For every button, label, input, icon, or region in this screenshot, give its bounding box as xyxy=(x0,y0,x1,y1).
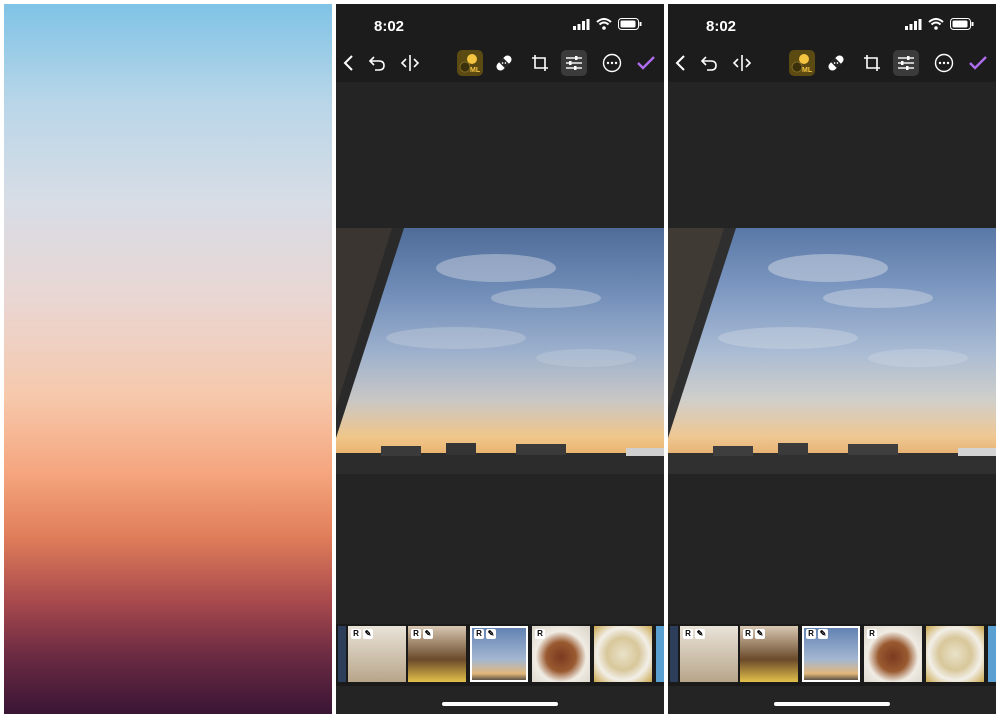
thumbnail-partial[interactable] xyxy=(670,626,678,682)
edited-pencil-icon: ✎ xyxy=(423,629,433,639)
cellular-signal-icon xyxy=(573,18,590,30)
thumbnail[interactable]: R ✎ xyxy=(408,626,466,682)
edited-pencil-icon: ✎ xyxy=(695,629,705,639)
edited-pencil-icon: ✎ xyxy=(818,629,828,639)
phone-screen-after: 8:02 ML R ✎ R ✎ R ✎ R xyxy=(668,4,996,714)
battery-icon xyxy=(618,18,642,30)
editor-toolbar: ML xyxy=(336,50,664,78)
thumbnail-filmstrip[interactable]: R ✎ R ✎ R ✎ R xyxy=(668,624,996,686)
thumbnail[interactable] xyxy=(926,626,984,682)
more-icon[interactable] xyxy=(599,50,625,76)
edited-pencil-icon: ✎ xyxy=(486,629,496,639)
compare-icon[interactable] xyxy=(397,50,423,76)
adjust-sliders-icon[interactable] xyxy=(561,50,587,76)
editor-toolbar: ML xyxy=(668,50,996,78)
crop-icon[interactable] xyxy=(859,50,885,76)
thumbnail-partial[interactable] xyxy=(338,626,346,682)
thumbnail[interactable]: R ✎ xyxy=(680,626,738,682)
back-chevron-icon[interactable] xyxy=(668,50,694,76)
cellular-signal-icon xyxy=(905,18,922,30)
photo-details xyxy=(668,228,996,474)
crop-icon[interactable] xyxy=(527,50,553,76)
battery-icon xyxy=(950,18,974,30)
thumbnail[interactable]: R ✎ xyxy=(348,626,406,682)
ml-label: ML xyxy=(470,67,481,73)
raw-badge: R xyxy=(867,629,877,639)
undo-icon[interactable] xyxy=(364,50,390,76)
raw-badge: R xyxy=(411,629,421,639)
raw-badge: R xyxy=(474,629,484,639)
sky-gradient-preview xyxy=(4,4,332,714)
top-bar: 8:02 ML xyxy=(336,4,664,82)
status-time: 8:02 xyxy=(706,18,737,35)
ml-mask-icon[interactable]: ML xyxy=(789,50,815,76)
edited-pencil-icon: ✎ xyxy=(755,629,765,639)
adjust-sliders-icon[interactable] xyxy=(893,50,919,76)
thumbnail-selected[interactable]: R ✎ xyxy=(470,626,528,682)
thumbnail[interactable] xyxy=(594,626,652,682)
edited-pencil-icon: ✎ xyxy=(363,629,373,639)
raw-badge: R xyxy=(806,629,816,639)
thumbnail-selected[interactable]: R ✎ xyxy=(802,626,860,682)
thumbnail[interactable]: R xyxy=(864,626,922,682)
undo-icon[interactable] xyxy=(696,50,722,76)
raw-badge: R xyxy=(351,629,361,639)
raw-badge: R xyxy=(743,629,753,639)
photo-details xyxy=(336,228,664,474)
more-icon[interactable] xyxy=(931,50,957,76)
wifi-icon xyxy=(928,18,944,30)
status-icons xyxy=(905,18,974,30)
done-check-icon[interactable] xyxy=(633,50,659,76)
healing-bandage-icon[interactable] xyxy=(491,50,517,76)
phone-screen-before: 8:02 ML R ✎ R ✎ R ✎ R xyxy=(336,4,664,714)
thumbnail-partial[interactable] xyxy=(988,626,996,682)
home-indicator[interactable] xyxy=(442,702,558,706)
wifi-icon xyxy=(596,18,612,30)
photo-preview[interactable] xyxy=(336,228,664,474)
status-icons xyxy=(573,18,642,30)
thumbnail-partial[interactable] xyxy=(656,626,664,682)
raw-badge: R xyxy=(683,629,693,639)
top-bar: 8:02 ML xyxy=(668,4,996,82)
healing-bandage-icon[interactable] xyxy=(823,50,849,76)
done-check-icon[interactable] xyxy=(965,50,991,76)
thumbnail[interactable]: R ✎ xyxy=(740,626,798,682)
status-time: 8:02 xyxy=(374,18,405,35)
ml-mask-icon[interactable]: ML xyxy=(457,50,483,76)
back-chevron-icon[interactable] xyxy=(336,50,362,76)
thumbnail-filmstrip[interactable]: R ✎ R ✎ R ✎ R xyxy=(336,624,664,686)
home-indicator[interactable] xyxy=(774,702,890,706)
raw-badge: R xyxy=(535,629,545,639)
thumbnail[interactable]: R xyxy=(532,626,590,682)
ml-label: ML xyxy=(802,67,813,73)
compare-icon[interactable] xyxy=(729,50,755,76)
photo-preview[interactable] xyxy=(668,228,996,474)
